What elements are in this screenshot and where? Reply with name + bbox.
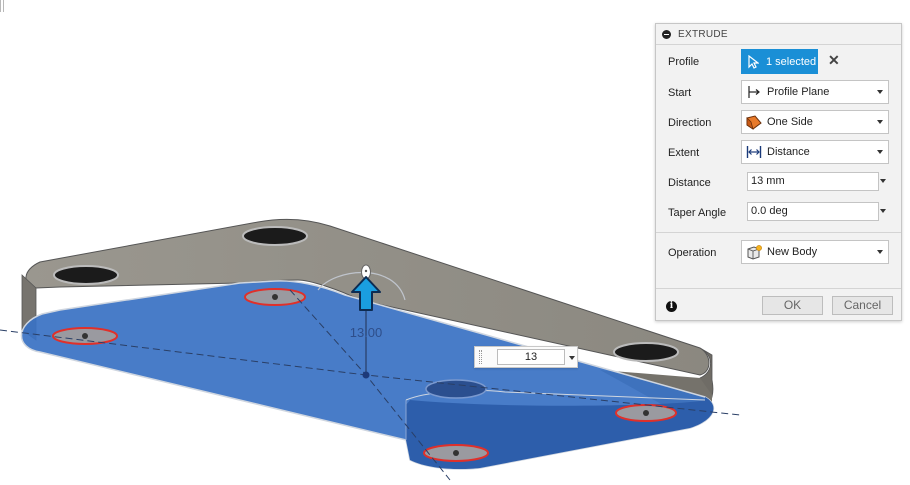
collapse-icon[interactable] (662, 29, 671, 39)
profile-label: Profile (668, 56, 700, 68)
direction-row: Direction One Side (656, 110, 901, 136)
hole-center (82, 333, 88, 339)
dimension-label: 13.00 (350, 325, 383, 340)
extent-label: Extent (668, 147, 700, 159)
distance-row: Distance 13 mm (656, 170, 901, 196)
chevron-down-icon (877, 90, 883, 94)
section-divider (656, 232, 901, 233)
hole[interactable] (613, 342, 679, 362)
taper-angle-label: Taper Angle (668, 207, 727, 219)
info-icon[interactable]: i (666, 301, 677, 312)
extent-dropdown[interactable]: Distance (741, 140, 889, 164)
distance-label: Distance (668, 177, 711, 189)
distance-icon (746, 145, 762, 159)
operation-label: Operation (668, 247, 717, 259)
profile-plane-icon (746, 85, 762, 99)
direction-label: Direction (668, 117, 712, 129)
chevron-down-icon (877, 120, 883, 124)
start-value: Profile Plane (767, 86, 830, 98)
profile-selection-button[interactable]: 1 selected (741, 49, 818, 74)
start-dropdown[interactable]: Profile Plane (741, 80, 889, 104)
drag-grip[interactable] (479, 350, 482, 364)
new-body-icon (746, 244, 762, 260)
hole-center (643, 410, 649, 416)
taper-angle-row: Taper Angle 0.0 deg (656, 200, 901, 226)
chevron-down-icon (877, 250, 883, 254)
extent-value: Distance (767, 146, 810, 158)
profile-value: 1 selected (766, 55, 817, 68)
direction-value: One Side (767, 116, 813, 128)
cursor-arrow-icon (745, 54, 761, 69)
chevron-down-icon (877, 150, 883, 154)
hole[interactable] (425, 379, 487, 399)
chevron-down-icon[interactable] (569, 356, 575, 360)
taper-angle-input[interactable]: 0.0 deg (747, 202, 879, 221)
ok-button[interactable]: OK (762, 296, 823, 315)
start-row: Start Profile Plane (656, 80, 901, 106)
dialog-title: EXTRUDE (678, 28, 728, 40)
profile-row: Profile 1 selected ✕ (656, 49, 901, 75)
cancel-button[interactable]: Cancel (832, 296, 893, 315)
chevron-down-icon[interactable] (880, 179, 886, 183)
extent-row: Extent Distance (656, 140, 901, 166)
direction-dropdown[interactable]: One Side (741, 110, 889, 134)
start-label: Start (668, 87, 692, 99)
hole-center (453, 450, 459, 456)
distance-input[interactable]: 13 mm (747, 172, 879, 191)
operation-value: New Body (767, 246, 818, 258)
operation-dropdown[interactable]: New Body (741, 240, 889, 264)
operation-row: Operation New Body (656, 240, 901, 266)
hole[interactable] (53, 265, 119, 285)
footer-divider (656, 288, 901, 289)
close-icon[interactable]: ✕ (828, 52, 840, 69)
chevron-down-icon[interactable] (880, 209, 886, 213)
one-side-icon (746, 114, 762, 130)
extrude-dialog: EXTRUDE Profile 1 selected ✕ Start Profi… (655, 23, 902, 321)
distance-input-manipulator[interactable]: 13 (474, 346, 578, 368)
distance-manipulator-input[interactable]: 13 (497, 349, 565, 365)
dialog-header: EXTRUDE (656, 24, 901, 45)
distance-origin-point[interactable] (362, 371, 370, 379)
hole[interactable] (242, 226, 308, 246)
hole-center (272, 294, 278, 300)
